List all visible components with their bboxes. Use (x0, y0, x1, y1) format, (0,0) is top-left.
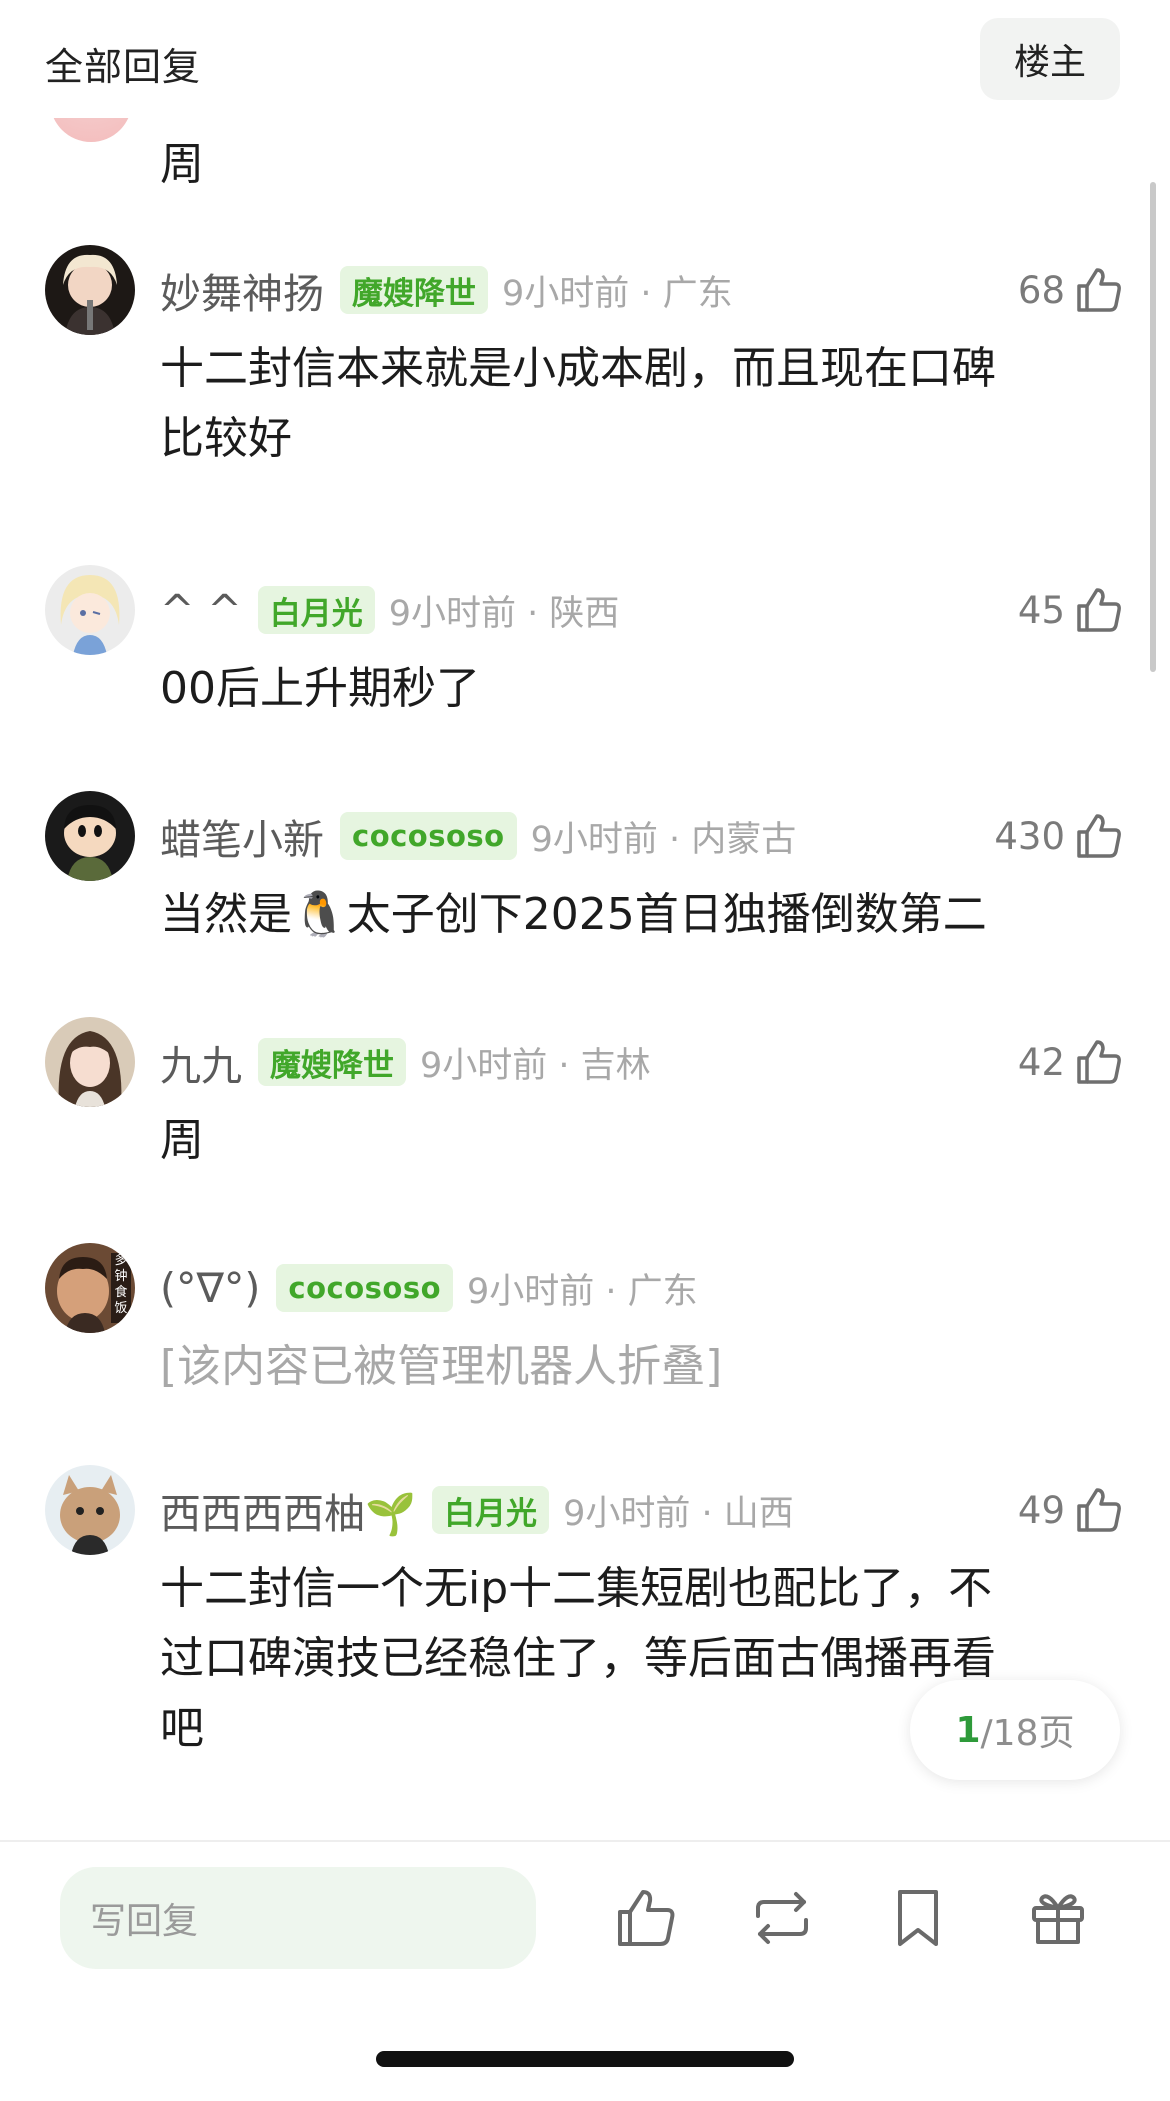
avatar[interactable] (45, 245, 135, 335)
header: 全部回复 楼主 (0, 0, 1170, 118)
username[interactable]: 蜡笔小新 (160, 806, 324, 866)
username[interactable]: 西西西西柚🌱 (160, 1480, 416, 1540)
fan-badge[interactable]: 魔嫂降世 (258, 1038, 406, 1086)
fan-badge[interactable]: 魔嫂降世 (340, 266, 488, 314)
timestamp-location: 9小时前 · 广东 (502, 273, 733, 314)
gift-icon[interactable] (1024, 1884, 1092, 1952)
fan-badge[interactable]: cocososo (340, 812, 517, 860)
comment-content: 00后上升期秒了 (160, 654, 1110, 724)
repost-icon[interactable] (748, 1884, 816, 1952)
bottom-action-bar: 写回复 (0, 1840, 1170, 2101)
timestamp-location: 9小时前 · 陕西 (388, 593, 620, 634)
comment-line: 当然是🐧太子创下2025首日独播倒数第二 (160, 889, 987, 940)
page-title: 全部回复 (45, 45, 202, 89)
like-count: 49 (1017, 1488, 1065, 1532)
current-page: 1 (955, 1709, 981, 1751)
like-button[interactable]: 45 (1018, 582, 1125, 638)
comment-content: 当然是🐧太子创下2025首日独播倒数第二 (160, 880, 1110, 950)
like-button[interactable]: 68 (1018, 262, 1125, 318)
page-indicator[interactable]: 1/18页 (910, 1680, 1120, 1780)
timestamp-location: 9小时前 · 内蒙古 (530, 819, 797, 860)
comment-content: 周 (160, 1106, 1110, 1176)
thumbs-up-icon (1077, 268, 1121, 312)
like-count: 45 (1017, 588, 1065, 632)
thumbs-up-icon (1077, 1488, 1121, 1532)
fan-badge[interactable]: 白月光 (257, 586, 375, 634)
comment-line: 比较好 (160, 413, 292, 464)
timestamp-location: 9小时前 · 广东 (467, 1271, 698, 1312)
avatar[interactable] (45, 565, 135, 655)
thumbs-up-icon[interactable] (612, 1884, 680, 1952)
home-indicator[interactable] (376, 2051, 794, 2067)
avatar[interactable] (45, 791, 135, 881)
fan-badge[interactable]: cocososo (276, 1264, 454, 1312)
comment-line: 十二封信一个无ip十二集短剧也配比了，不 (160, 1563, 993, 1614)
thumbs-up-icon (1077, 588, 1121, 632)
like-count: 68 (1017, 268, 1065, 312)
avatar[interactable]: 多钟食饭 (45, 1243, 135, 1333)
timestamp-location: 9小时前 · 山西 (563, 1493, 794, 1534)
avatar-overlay-text: 多钟食饭 (114, 1253, 128, 1316)
like-count: 430 (994, 814, 1065, 858)
like-button[interactable]: 430 (994, 808, 1125, 864)
username[interactable]: 九九 (160, 1032, 242, 1092)
op-only-button[interactable]: 楼主 (980, 18, 1120, 100)
bookmark-icon[interactable] (884, 1884, 952, 1952)
folded-comment-notice[interactable]: [该内容已被管理机器人折叠] (160, 1332, 1110, 1402)
fan-badge[interactable]: 白月光 (432, 1486, 550, 1534)
username[interactable]: ^ ^ (160, 586, 242, 634)
avatar[interactable] (45, 1465, 135, 1555)
comment-content: 周 (160, 139, 204, 190)
comment-line: 十二封信本来就是小成本剧，而且现在口碑 (160, 343, 996, 394)
comment-line: [该内容已被管理机器人折叠] (160, 1341, 723, 1392)
total-pages: /18页 (980, 1713, 1075, 1754)
reply-input[interactable]: 写回复 (60, 1867, 536, 1969)
scrollbar[interactable] (1150, 182, 1156, 672)
comment-line: 周 (160, 1115, 204, 1166)
username[interactable]: (°∇°) (160, 1264, 260, 1312)
username[interactable]: 妙舞神扬 (160, 260, 324, 320)
timestamp-location: 9小时前 · 吉林 (420, 1045, 651, 1086)
like-count: 42 (1017, 1040, 1065, 1084)
thumbs-up-icon (1077, 1040, 1121, 1084)
comment-line: 00后上升期秒了 (160, 663, 480, 714)
avatar[interactable] (45, 1017, 135, 1107)
like-button[interactable]: 42 (1018, 1034, 1125, 1090)
thumbs-up-icon (1077, 814, 1121, 858)
like-button[interactable]: 49 (1018, 1482, 1125, 1538)
comment-content: 十二封信本来就是小成本剧，而且现在口碑 比较好 (160, 334, 1110, 474)
